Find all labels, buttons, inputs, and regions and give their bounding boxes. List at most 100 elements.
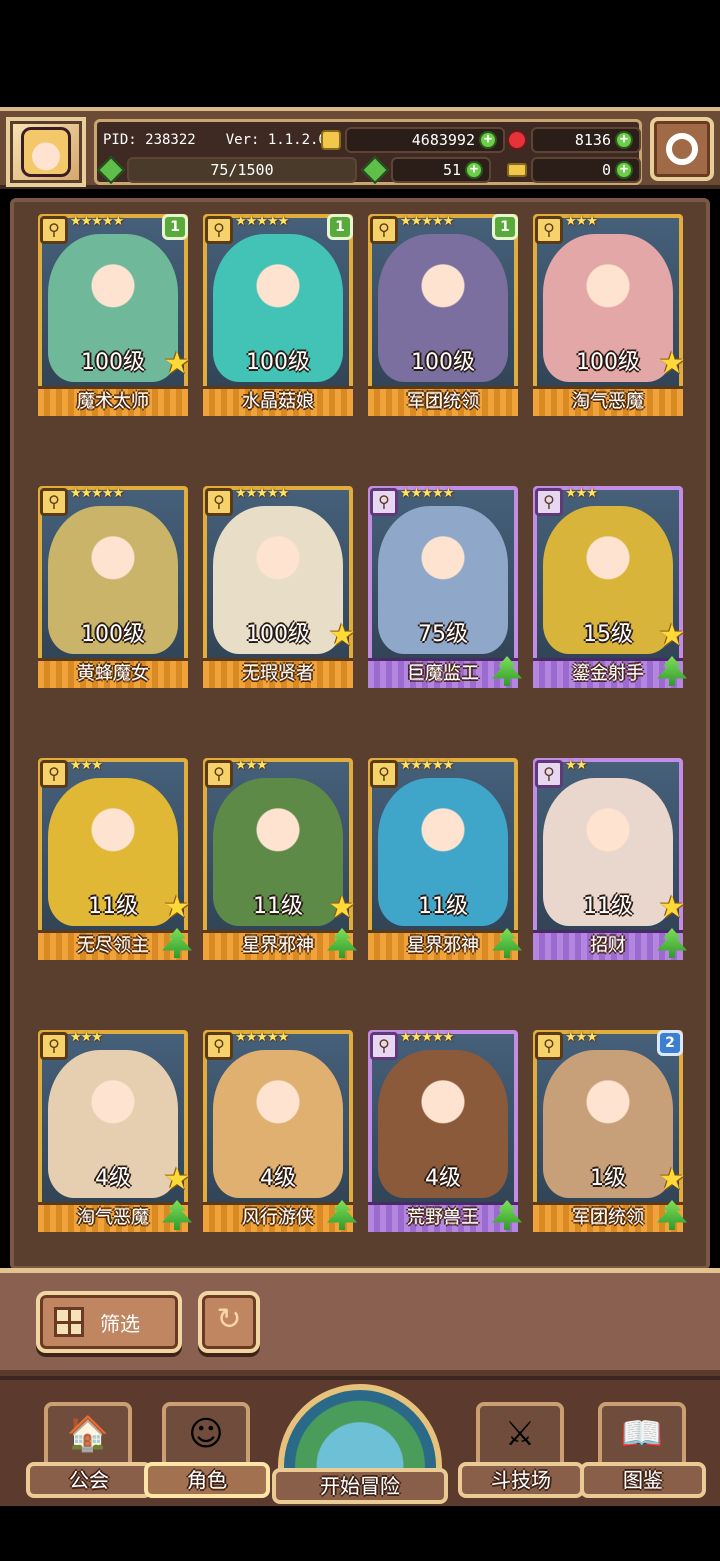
character-card[interactable]: ⚲ ★★★★★ 1 100级水晶菇娘 [203,214,353,416]
gear-icon [666,133,698,165]
class-icon: ⚲ [40,216,68,244]
star-upgrade-icon: ★ [163,1162,191,1197]
character-name: 水晶菇娘 [203,386,353,416]
nav-adventure-label: 开始冒险 [272,1468,448,1504]
rarity-stars: ★★★ [70,1030,103,1045]
settings-button[interactable] [650,117,714,181]
character-name: 风行游侠 [203,1202,353,1232]
character-card[interactable]: ⚲ ★★ 11级 招财 ★ [533,758,687,960]
player-id: PID: 238322 [103,132,196,148]
clover-amount: 51 [442,161,461,179]
character-card[interactable]: ⚲ ★★★★★ 100级 无瑕贤者 ★ [203,486,355,688]
character-name: 荒野兽王 [368,1202,518,1232]
class-icon: ⚲ [40,1032,68,1060]
key-amount: 0 [601,161,611,179]
character-card[interactable]: ⚲ ★★★ 11级 星界邪神 ★ [203,758,357,960]
character-level: 4级 [425,1166,461,1191]
star-upgrade-icon: ★ [658,890,686,925]
gold-amount: 4683992 [411,131,475,149]
character-name: 军团统领 [533,1202,683,1232]
roster-controls: 筛选 ↻ [0,1268,720,1376]
codex-book-icon: 📖 [620,1414,664,1454]
filter-button[interactable]: 筛选 [36,1291,182,1353]
character-name: 淘气恶魔 [533,386,683,416]
character-name: 招财 [533,930,683,960]
rarity-stars: ★★★ [70,758,103,773]
character-card[interactable]: ⚲ ★★★ 100级 淘气恶魔 ★ [533,214,685,416]
key-icon [507,163,527,177]
rank-badge: 1 [327,214,353,240]
character-roster-panel: ⚲ ★★★★★ 1 100级 魔术太师 ★ ⚲ ★★★★★ 1 100级 水晶菇娘 ⚲ ★★★★★ 1 10… [10,198,710,1270]
bottom-navigation: 🏠 公会 ☺ 角色 开始冒险 ⚔ 斗技场 📖 图鉴 [0,1376,720,1506]
rank-badge: 1 [162,214,188,240]
class-icon: ⚲ [535,1032,563,1060]
rarity-stars: ★★★★★ [235,486,289,501]
character-face-icon: ☺ [188,1414,224,1454]
rarity-stars: ★★★★★ [235,1030,289,1045]
character-card[interactable]: ⚲ ★★★★★ 11级 星界邪神 [368,758,522,960]
nav-guild-label: 公会 [26,1462,152,1498]
class-icon: ⚲ [370,1032,398,1060]
star-upgrade-icon: ★ [658,346,686,381]
rank-badge: 2 [657,1030,683,1056]
class-icon: ⚲ [535,216,563,244]
rarity-stars: ★★★★★ [70,486,124,501]
character-level: 100级 [246,350,310,375]
character-card[interactable]: ⚲ ★★★ 15级 鎏金射手 ★ [533,486,687,688]
rarity-stars: ★★★★★ [400,214,454,229]
star-upgrade-icon: ★ [328,890,356,925]
nav-arena-label: 斗技场 [458,1462,584,1498]
character-card[interactable]: ⚲ ★★★★★ 100级 黄蜂魔女 [38,486,188,688]
red-gem-icon [507,130,527,150]
class-icon: ⚲ [370,216,398,244]
add-keys-button[interactable]: + [615,161,633,179]
nav-arena[interactable]: ⚔ 斗技场 [458,1402,584,1498]
gem-amount: 8136 [574,131,611,149]
add-gems-button[interactable]: + [615,131,633,149]
character-name: 巨魔监工 [368,658,518,688]
game-version: Ver: 1.1.2.0 [225,132,327,148]
player-avatar[interactable] [6,117,86,187]
character-name: 魔术太师 [38,386,188,416]
sort-toggle-button[interactable]: ↻ [198,1291,260,1353]
rarity-stars: ★★★★★ [400,1030,454,1045]
star-upgrade-icon: ★ [328,618,356,653]
character-card[interactable]: ⚲ ★★★★★ 4级 风行游侠 [203,1030,357,1232]
character-name: 黄蜂魔女 [38,658,188,688]
character-level: 100级 [81,622,145,647]
add-gold-button[interactable]: + [479,131,497,149]
character-name: 星界邪神 [368,930,518,960]
nav-codex[interactable]: 📖 图鉴 [580,1402,706,1498]
star-upgrade-icon: ★ [163,346,191,381]
crossed-swords-icon: ⚔ [504,1414,536,1454]
rarity-stars: ★★★★★ [400,486,454,501]
nav-guild[interactable]: 🏠 公会 [26,1402,152,1498]
character-card[interactable]: ⚲ ★★★★★ 1 100级 军团统领 [368,214,518,416]
stamina-value: 75/1500 [210,161,274,179]
class-icon: ⚲ [205,1032,233,1060]
character-card[interactable]: ⚲ ★★★ 2 1级 军团统领 ★ [533,1030,687,1232]
nav-characters[interactable]: ☺ 角色 [144,1402,270,1498]
character-card[interactable]: ⚲ ★★★ 4级 淘气恶魔 ★ [38,1030,192,1232]
rarity-stars: ★★★ [565,1030,598,1045]
class-icon: ⚲ [370,488,398,516]
class-icon: ⚲ [205,488,233,516]
nav-start-adventure[interactable]: 开始冒险 [272,1384,448,1504]
character-card[interactable]: ⚲ ★★★★★ 75级 巨魔监工 [368,486,522,688]
guild-house-icon: 🏠 [66,1414,110,1454]
star-upgrade-icon: ★ [658,1162,686,1197]
character-grid: ⚲ ★★★★★ 1 100级 魔术太师 ★ ⚲ ★★★★★ 1 100级 水晶菇娘 ⚲ ★★★★★ 1 10… [38,214,698,1266]
grid-filter-icon [54,1307,84,1337]
star-upgrade-icon: ★ [658,618,686,653]
class-icon: ⚲ [40,760,68,788]
character-card[interactable]: ⚲ ★★★ 11级 无尽领主 ★ [38,758,192,960]
class-icon: ⚲ [205,216,233,244]
rarity-stars: ★★★★★ [235,214,289,229]
character-name: 无尽领主 [38,930,188,960]
gold-coin-icon [321,130,341,150]
rarity-stars: ★★★★★ [70,214,124,229]
character-card[interactable]: ⚲ ★★★★★ 4级荒野兽王 [368,1030,522,1232]
add-clover-button[interactable]: + [465,161,483,179]
character-card[interactable]: ⚲ ★★★★★ 1 100级 魔术太师 ★ [38,214,190,416]
refresh-icon: ↻ [216,1302,242,1337]
